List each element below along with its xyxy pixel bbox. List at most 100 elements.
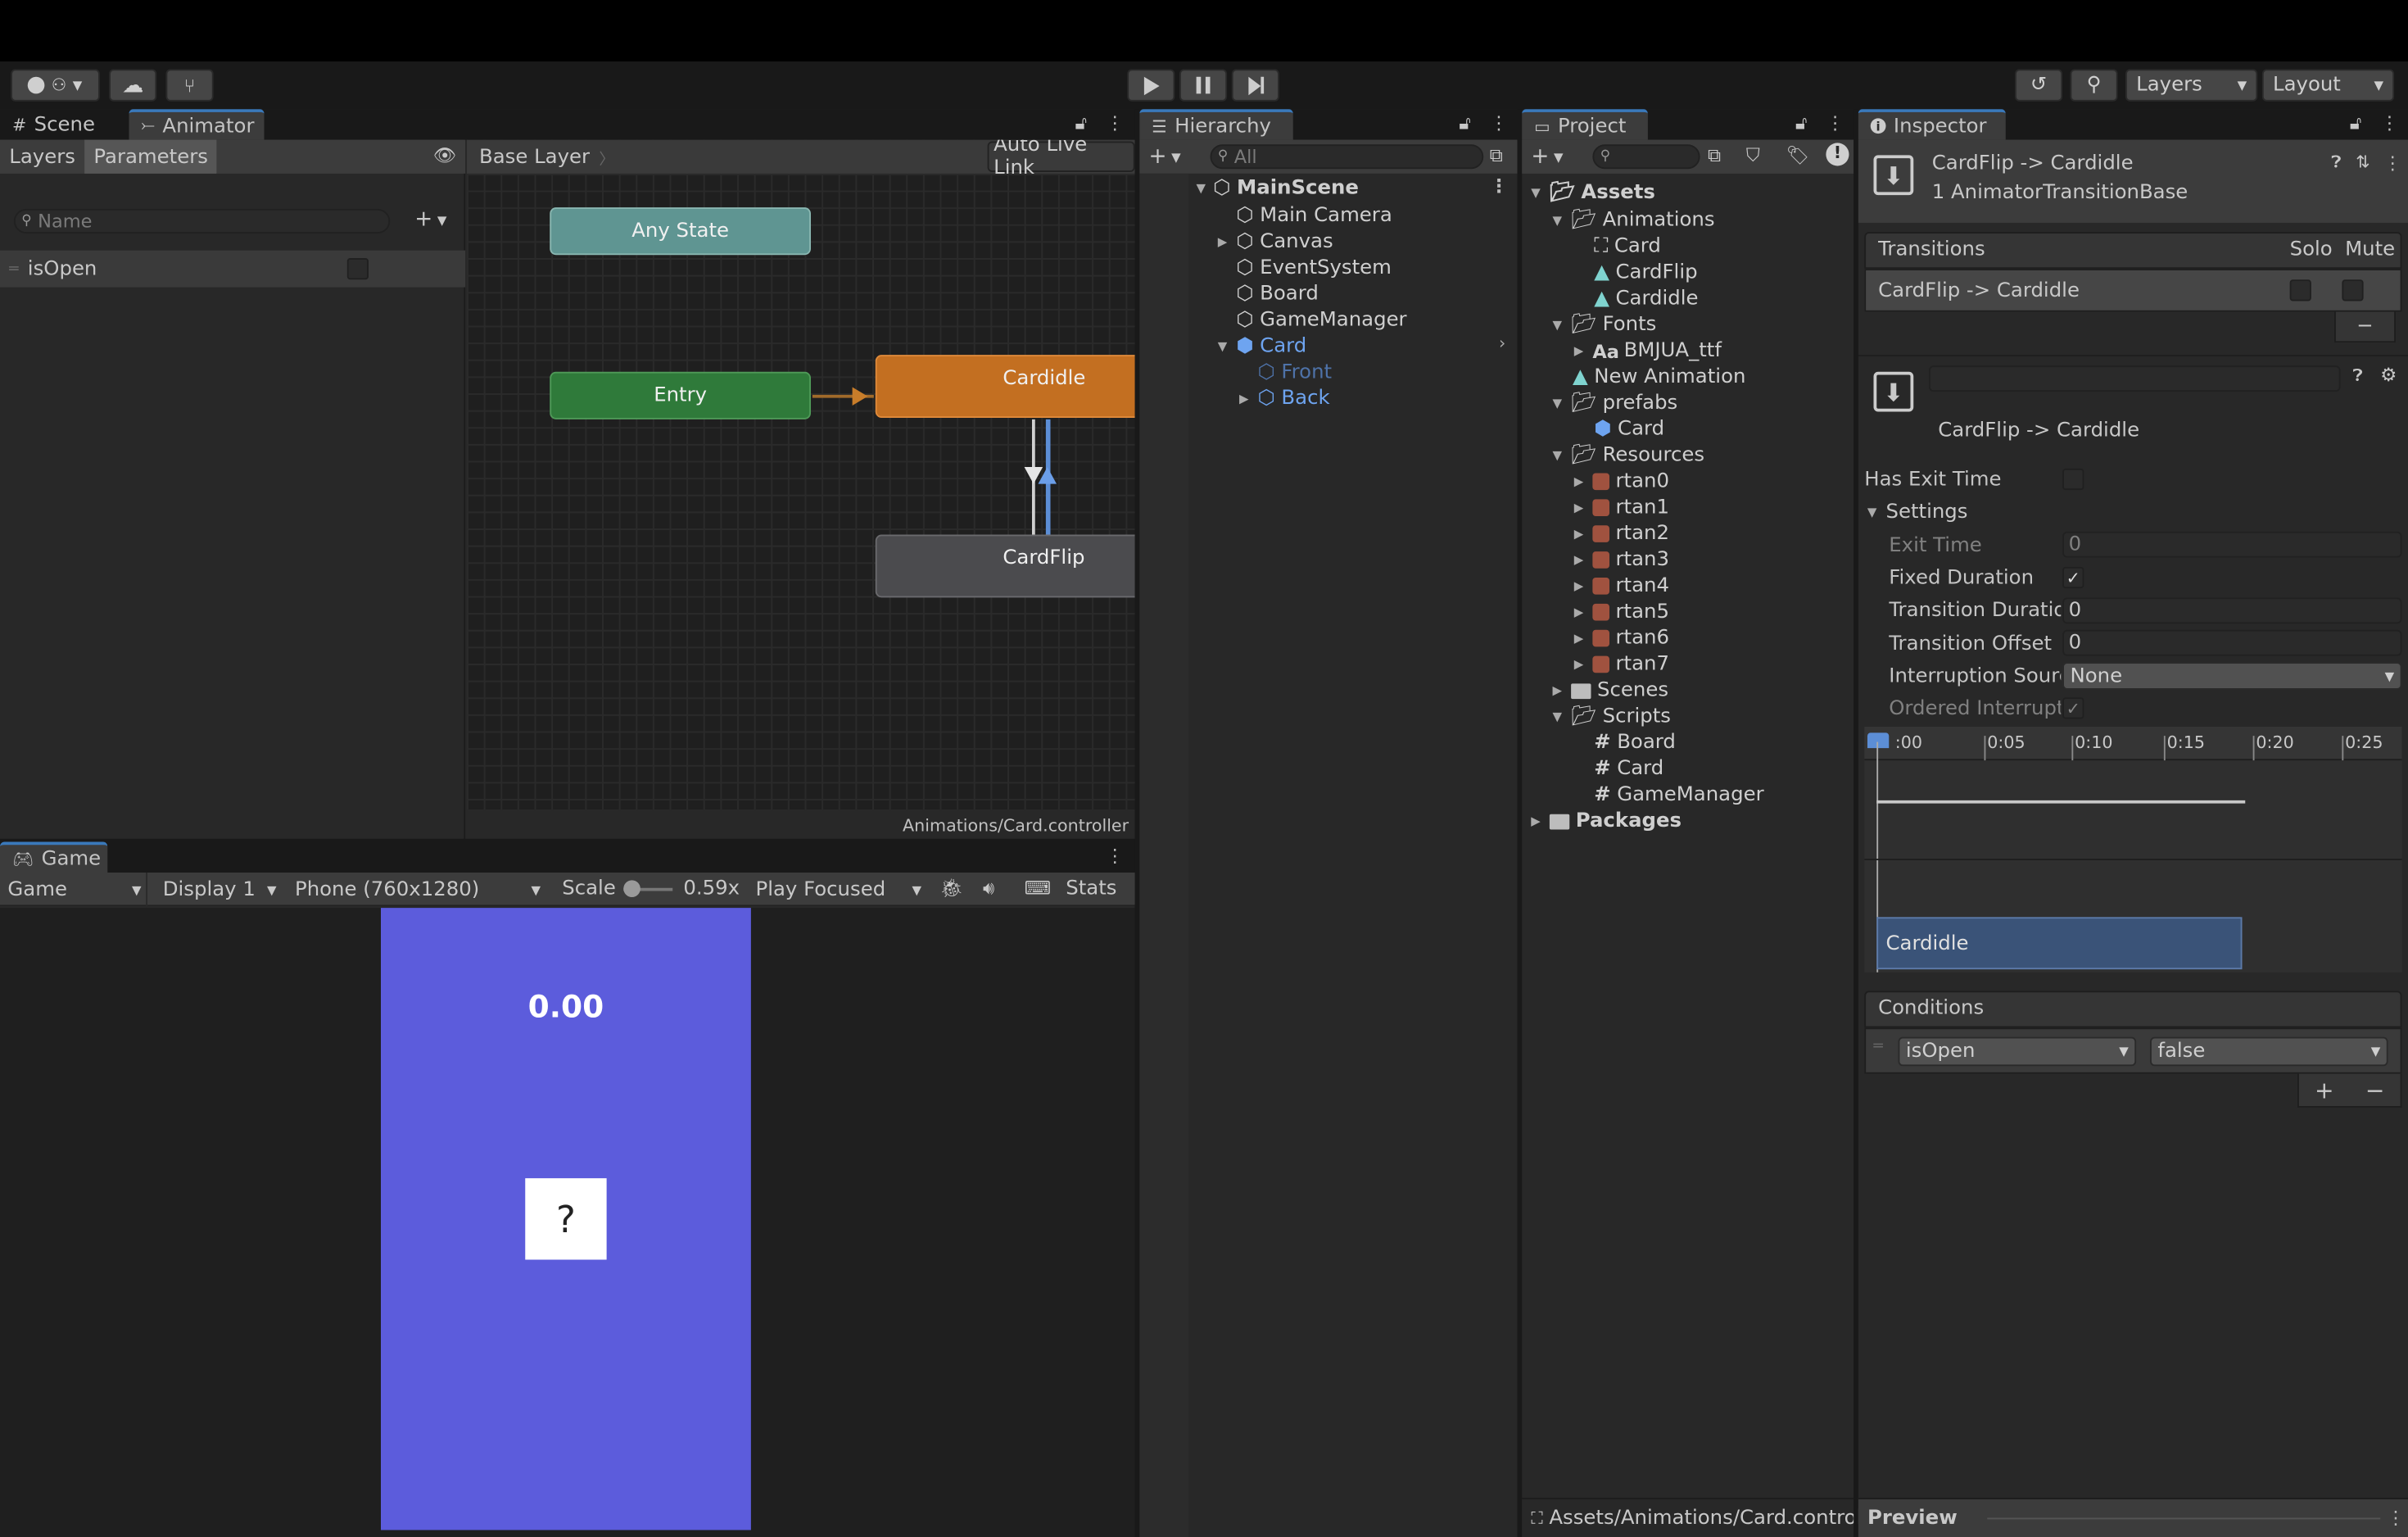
asset-card-prefab[interactable]: ⬢ Card xyxy=(1522,416,1854,442)
create-button[interactable]: + ▼ xyxy=(1149,144,1181,169)
expand-arrow-icon[interactable]: ▶ xyxy=(1571,527,1586,541)
condition-parameter-dropdown[interactable]: isOpen ▼ xyxy=(1898,1036,2137,1067)
expand-arrow-icon[interactable]: ▶ xyxy=(1571,501,1586,515)
audio-icon[interactable]: 🔊︎ xyxy=(983,877,994,900)
expand-arrow-icon[interactable]: ▶ xyxy=(1571,658,1586,672)
asset-cardidle-clip[interactable]: ▲ Cardidle xyxy=(1522,286,1854,312)
remove-transition-button[interactable]: − xyxy=(2334,311,2396,343)
project-assets-folder[interactable]: ▼ 📂︎ Assets xyxy=(1522,179,1854,206)
transition-offset-field[interactable]: 0 xyxy=(2062,629,2402,656)
play-button[interactable] xyxy=(1127,69,1175,102)
history-button[interactable]: ↺ xyxy=(2015,69,2063,102)
node-any-state[interactable]: Any State xyxy=(550,207,811,256)
step-button[interactable] xyxy=(1231,69,1279,102)
add-parameter-button[interactable]: + ▼ xyxy=(414,207,446,232)
preview-bar[interactable]: Preview ⋮ xyxy=(1858,1498,2408,1537)
project-scenes-folder[interactable]: ▶ Scenes xyxy=(1522,678,1854,704)
asset-card-script[interactable]: # Card xyxy=(1522,756,1854,782)
asset-rtan2[interactable]: ▶ rtan2 xyxy=(1522,521,1854,547)
asset-gamemanager-script[interactable]: # GameManager xyxy=(1522,782,1854,808)
tab-game[interactable]: 🎮︎ Game xyxy=(0,841,108,873)
resolution-dropdown[interactable]: Phone (760x1280) ▼ xyxy=(287,873,549,906)
expand-arrow-icon[interactable]: ▼ xyxy=(1550,318,1565,332)
parameter-bool-checkbox[interactable] xyxy=(346,258,369,280)
drag-handle-icon[interactable]: ═ xyxy=(9,261,18,278)
project-resources-folder[interactable]: ▼ 📂︎ Resources xyxy=(1522,442,1854,469)
expand-arrow-icon[interactable]: ▶ xyxy=(1236,392,1252,406)
has-exit-time-checkbox[interactable] xyxy=(2062,468,2084,491)
hierarchy-item-gamemanager[interactable]: ⬡ GameManager xyxy=(1139,307,1517,333)
timeline-clip-cardidle[interactable]: Cardidle xyxy=(1876,917,2243,970)
breadcrumb[interactable]: Base Layer 〉 xyxy=(467,140,627,174)
scene-search-icon[interactable]: ⧉ xyxy=(1490,144,1503,167)
more-options-icon[interactable]: ⋮ xyxy=(1106,112,1125,134)
asset-rtan1[interactable]: ▶ rtan1 xyxy=(1522,495,1854,521)
transition-list-row[interactable]: CardFlip -> Cardidle xyxy=(1864,269,2402,312)
more-options-icon[interactable]: ⋮ xyxy=(2387,1507,2406,1528)
node-cardflip[interactable]: CardFlip xyxy=(875,534,1135,598)
expand-arrow-icon[interactable]: ▶ xyxy=(1571,632,1586,646)
help-icon[interactable]: ❓︎ xyxy=(2331,152,2341,174)
gear-icon[interactable]: ⚙ xyxy=(2380,364,2397,385)
asset-rtan6[interactable]: ▶ rtan6 xyxy=(1522,625,1854,651)
expand-arrow-icon[interactable]: ▶ xyxy=(1571,579,1586,593)
version-control-button[interactable]: ⑂ xyxy=(165,69,214,102)
expand-arrow-icon[interactable]: ▼ xyxy=(1550,449,1565,463)
expand-arrow-icon[interactable]: ▼ xyxy=(1550,397,1565,410)
hierarchy-item-front[interactable]: ⬡ Front xyxy=(1139,360,1517,386)
parameter-row[interactable]: ═ isOpen xyxy=(0,250,466,288)
project-scripts-folder[interactable]: ▼ 📂︎ Scripts xyxy=(1522,704,1854,730)
node-cardidle[interactable]: Cardidle xyxy=(875,355,1135,418)
more-options-icon[interactable]: ⋮ xyxy=(1106,845,1125,866)
asset-rtan0[interactable]: ▶ rtan0 xyxy=(1522,469,1854,495)
tab-animator[interactable]: ⤚ Animator xyxy=(129,109,265,140)
condition-value-dropdown[interactable]: false ▼ xyxy=(2150,1036,2388,1067)
drag-handle-icon[interactable]: ═ xyxy=(1874,1039,1883,1056)
asset-rtan7[interactable]: ▶ rtan7 xyxy=(1522,651,1854,678)
expand-arrow-icon[interactable]: ▼ xyxy=(1550,710,1565,723)
search-button[interactable]: ⚲ xyxy=(2070,69,2118,102)
settings-foldout[interactable]: ▼ Settings xyxy=(1864,501,1968,524)
lock-icon[interactable]: 🔓︎ xyxy=(1795,112,1808,135)
auto-live-link-button[interactable]: Auto Live Link xyxy=(987,140,1135,179)
hierarchy-item-back[interactable]: ▶ ⬡ Back xyxy=(1139,386,1517,412)
preset-icon[interactable]: ⇅ xyxy=(2356,152,2370,172)
game-card[interactable]: ? xyxy=(525,1178,607,1260)
expand-arrow-icon[interactable]: ▶ xyxy=(1550,683,1565,697)
help-icon[interactable]: ❓︎ xyxy=(2353,365,2363,387)
hierarchy-item-canvas[interactable]: ▶ ⬡ Canvas xyxy=(1139,229,1517,255)
transition-duration-field[interactable]: 0 xyxy=(2062,597,2402,624)
condition-row[interactable]: ═ isOpen ▼ false ▼ xyxy=(1864,1027,2402,1074)
tab-project[interactable]: ▭ Project xyxy=(1522,109,1648,140)
game-mode-dropdown[interactable]: Game ▼ xyxy=(3,873,147,907)
project-fonts-folder[interactable]: ▼ 📂︎ Fonts xyxy=(1522,312,1854,338)
more-options-icon[interactable]: ⋮ xyxy=(2383,152,2402,174)
bug-icon[interactable]: 🐞︎ xyxy=(940,877,964,899)
more-options-icon[interactable]: ⋮ xyxy=(1490,112,1509,134)
node-entry[interactable]: Entry xyxy=(550,371,811,419)
tab-scene[interactable]: # Scene xyxy=(0,109,107,140)
scale-slider-handle[interactable] xyxy=(623,880,640,897)
asset-card-controller[interactable]: ⛶ Card xyxy=(1522,233,1854,260)
add-condition-button[interactable]: + xyxy=(2315,1076,2334,1104)
parameters-subtab[interactable]: Parameters xyxy=(84,139,218,174)
account-button[interactable]: ⚇ ▼ xyxy=(11,69,100,102)
hierarchy-item-eventsystem[interactable]: ⬡ EventSystem xyxy=(1139,255,1517,281)
more-options-icon[interactable]: ⋮ xyxy=(2380,112,2399,134)
interruption-source-dropdown[interactable]: None ▼ xyxy=(2062,662,2402,690)
asset-new-animation[interactable]: ▲ New Animation xyxy=(1522,364,1854,390)
hierarchy-search-input[interactable]: ⚲ All xyxy=(1210,144,1484,170)
hierarchy-item-card[interactable]: ▼ ⬢ Card › xyxy=(1139,333,1517,360)
scene-root[interactable]: ▼ ⬡ MainScene ⋮ xyxy=(1139,175,1517,202)
asset-rtan3[interactable]: ▶ rtan3 xyxy=(1522,547,1854,574)
project-packages-folder[interactable]: ▶ Packages xyxy=(1522,808,1854,834)
chevron-right-icon[interactable]: › xyxy=(1499,333,1505,353)
layout-dropdown[interactable]: Layout ▼ xyxy=(2261,69,2395,102)
asset-board-script[interactable]: # Board xyxy=(1522,730,1854,756)
expand-arrow-icon[interactable]: ▼ xyxy=(1193,181,1209,195)
expand-arrow-icon[interactable]: ▶ xyxy=(1571,344,1586,358)
cloud-button[interactable]: ☁ xyxy=(109,69,157,102)
ordered-interruption-checkbox[interactable]: ✓ xyxy=(2062,697,2084,719)
animator-graph[interactable]: Base Layer 〉 Auto Live Link Any State En… xyxy=(467,139,1135,810)
lock-icon[interactable]: 🔓︎ xyxy=(1459,112,1471,135)
